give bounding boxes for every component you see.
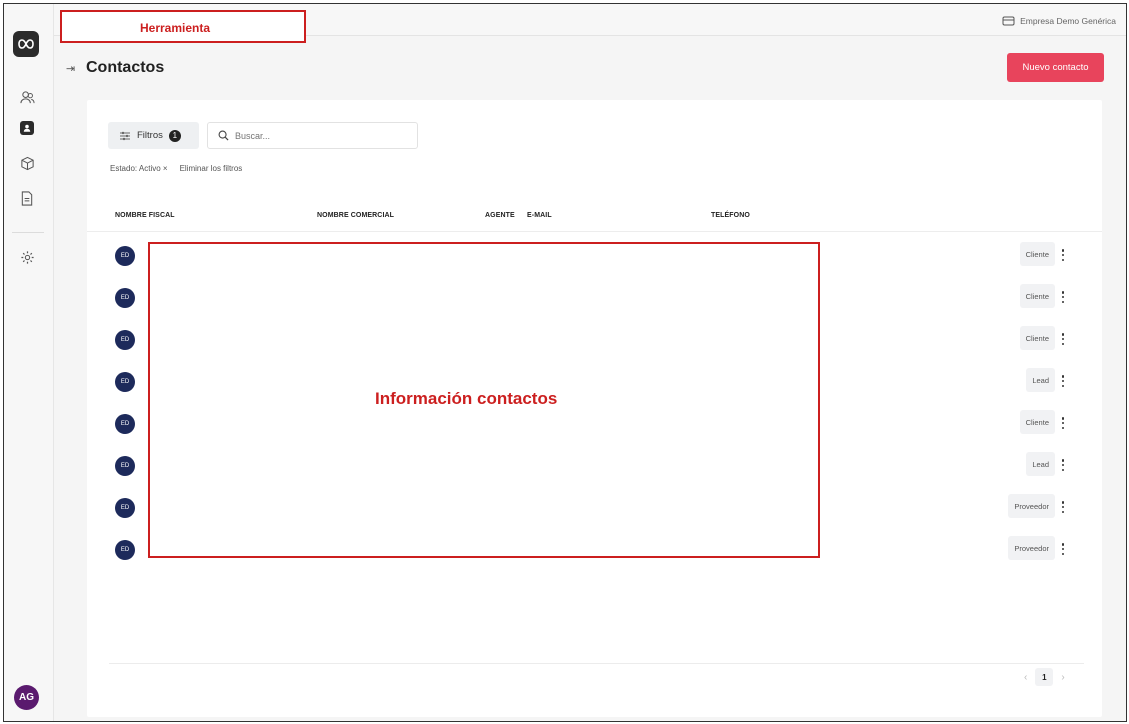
building-icon xyxy=(1002,16,1015,26)
row-more-icon[interactable] xyxy=(1059,246,1067,264)
table-header: NOMBRE FISCAL NOMBRE COMERCIAL AGENTE E-… xyxy=(87,208,1102,232)
filters-button[interactable]: Filtros 1 xyxy=(108,122,199,149)
tool-annotation-label: Herramienta xyxy=(140,21,211,35)
contact-type-badge: Cliente xyxy=(1019,242,1055,266)
column-header-agente[interactable]: AGENTE xyxy=(485,212,515,219)
contact-avatar: ED xyxy=(115,330,135,350)
active-filters: Estado: Activo × Eliminar los filtros xyxy=(110,164,242,173)
contact-type-badge: Cliente xyxy=(1019,284,1055,308)
column-header-nombre-fiscal[interactable]: NOMBRE FISCAL xyxy=(115,212,175,219)
contact-type-badge: Cliente xyxy=(1019,410,1055,434)
filters-label: Filtros xyxy=(137,130,163,141)
contacts-info-annotation-box: Información contactos xyxy=(148,242,820,558)
row-more-icon[interactable] xyxy=(1059,372,1067,390)
company-selector[interactable]: Empresa Demo Genérica xyxy=(1002,15,1116,26)
tool-annotation-box: Herramienta xyxy=(60,10,306,43)
row-more-icon[interactable] xyxy=(1059,456,1067,474)
contact-avatar: ED xyxy=(115,288,135,308)
gear-icon[interactable] xyxy=(18,248,36,266)
search-field[interactable] xyxy=(207,122,418,149)
box-icon[interactable] xyxy=(18,154,36,172)
row-more-icon[interactable] xyxy=(1059,330,1067,348)
infinity-icon xyxy=(18,39,34,49)
expand-sidebar-icon[interactable]: ⇥ xyxy=(66,62,75,75)
column-header-email[interactable]: E-MAIL xyxy=(527,212,552,219)
company-name: Empresa Demo Genérica xyxy=(1020,15,1116,26)
contact-avatar: ED xyxy=(115,246,135,266)
contact-type-badge: Lead xyxy=(1026,452,1055,476)
pagination: ‹ 1 › xyxy=(1024,668,1065,686)
clear-filters-link[interactable]: Eliminar los filtros xyxy=(180,164,243,173)
row-more-icon[interactable] xyxy=(1059,414,1067,432)
contacts-info-annotation-label: Información contactos xyxy=(375,389,558,408)
user-avatar[interactable]: AG xyxy=(14,685,39,710)
page-title: Contactos xyxy=(86,59,165,76)
contact-avatar: ED xyxy=(115,414,135,434)
search-input[interactable] xyxy=(235,130,405,141)
contact-type-badge: Proveedor xyxy=(1008,536,1055,560)
sidebar-divider xyxy=(12,232,44,233)
sliders-icon xyxy=(120,131,130,140)
row-more-icon[interactable] xyxy=(1059,540,1067,558)
prev-page-icon[interactable]: ‹ xyxy=(1024,672,1027,683)
contact-avatar: ED xyxy=(115,540,135,560)
app-window: AG Empresa Demo Genérica Herramienta ⇥ C… xyxy=(3,3,1127,722)
document-icon[interactable] xyxy=(18,189,36,207)
search-icon xyxy=(218,130,229,141)
contacts-book-icon[interactable] xyxy=(20,121,34,135)
contact-avatar: ED xyxy=(115,498,135,518)
column-header-telefono[interactable]: TELÉFONO xyxy=(711,212,750,219)
page-number[interactable]: 1 xyxy=(1035,668,1054,686)
contact-type-badge: Cliente xyxy=(1019,326,1055,350)
table-footer-divider xyxy=(109,663,1084,664)
filter-chip-status[interactable]: Estado: Activo × xyxy=(110,164,168,173)
app-logo[interactable] xyxy=(13,31,39,57)
contact-avatar: ED xyxy=(115,372,135,392)
column-header-nombre-comercial[interactable]: NOMBRE COMERCIAL xyxy=(317,212,394,219)
filters-count-badge: 1 xyxy=(168,129,181,142)
users-icon[interactable] xyxy=(18,88,36,106)
contact-type-badge: Proveedor xyxy=(1008,494,1055,518)
row-more-icon[interactable] xyxy=(1059,498,1067,516)
contact-avatar: ED xyxy=(115,456,135,476)
contact-type-badge: Lead xyxy=(1026,368,1055,392)
new-contact-button[interactable]: Nuevo contacto xyxy=(1007,53,1104,82)
row-more-icon[interactable] xyxy=(1059,288,1067,306)
sidebar: AG xyxy=(4,4,54,721)
next-page-icon[interactable]: › xyxy=(1061,672,1064,683)
